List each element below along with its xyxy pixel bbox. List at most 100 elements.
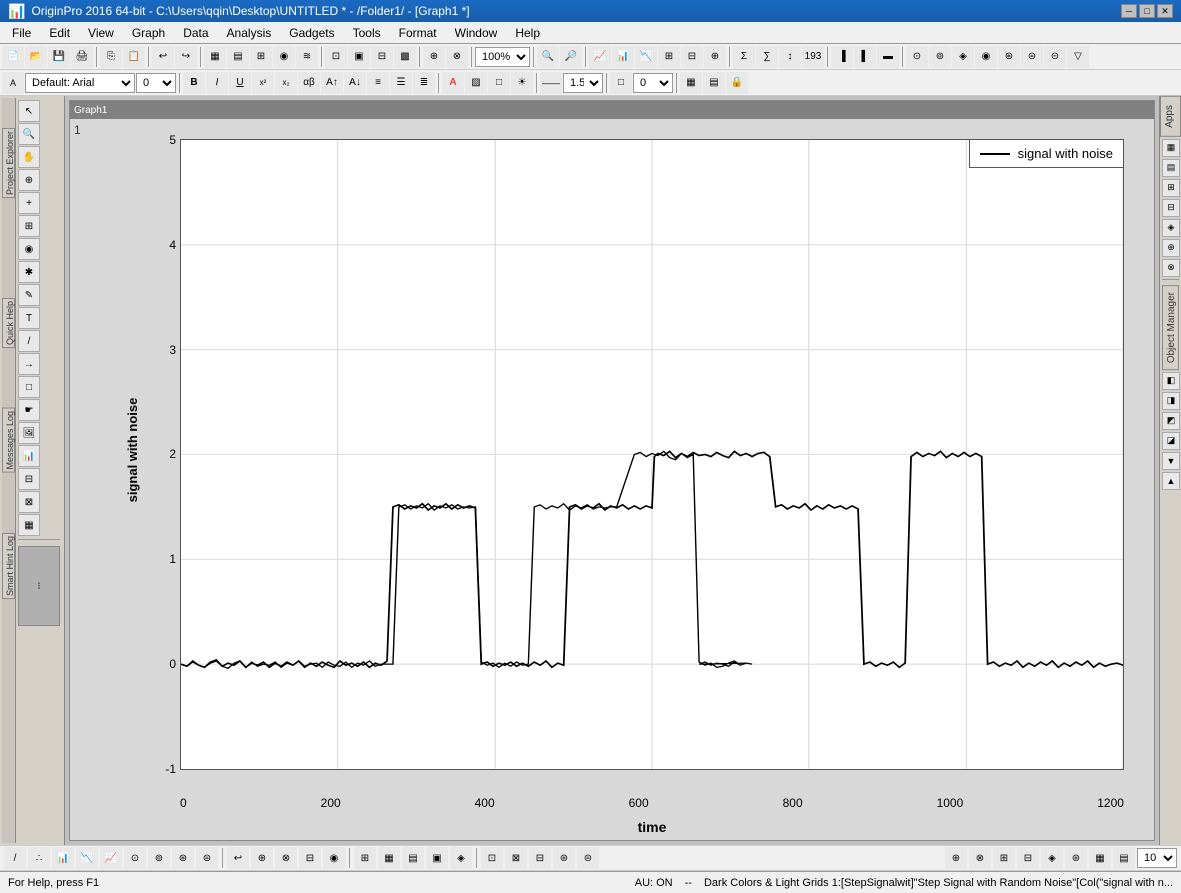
chart5[interactable]: ⊟ xyxy=(681,46,703,68)
bt-btn6[interactable]: ⊙ xyxy=(124,847,146,869)
bar1[interactable]: ▐ xyxy=(831,46,853,68)
tool11[interactable]: ⊗ xyxy=(446,46,468,68)
bt-btn11[interactable]: ⊕ xyxy=(251,847,273,869)
decrease-font[interactable]: A↓ xyxy=(344,72,366,94)
bt-btn23[interactable]: ⊛ xyxy=(553,847,575,869)
tool8[interactable]: ⊟ xyxy=(371,46,393,68)
title-bar-controls[interactable]: ─ □ ✕ xyxy=(1121,4,1173,18)
rt-btn3[interactable]: ⊞ xyxy=(1162,179,1180,197)
extra7[interactable]: ⊝ xyxy=(1044,46,1066,68)
smart-hint-tab[interactable]: Smart Hint Log xyxy=(2,533,15,599)
bt-btn18[interactable]: ▣ xyxy=(426,847,448,869)
rt-btn8[interactable]: ◧ xyxy=(1162,372,1180,390)
font-size-dropdown[interactable]: 0 8 10 12 xyxy=(136,73,176,93)
maximize-button[interactable]: □ xyxy=(1139,4,1155,18)
object-manager-tab[interactable]: Object Manager xyxy=(1162,285,1179,370)
tool5[interactable]: ≋ xyxy=(296,46,318,68)
bt-btn19[interactable]: ◈ xyxy=(450,847,472,869)
new-button[interactable]: 📄 xyxy=(2,46,24,68)
bt-btn17[interactable]: ▤ xyxy=(402,847,424,869)
tool6[interactable]: ⊡ xyxy=(325,46,347,68)
text-tool[interactable]: T xyxy=(18,307,40,329)
bold-button[interactable]: B xyxy=(183,72,205,94)
arrow-tool[interactable]: → xyxy=(18,353,40,375)
fill-box[interactable]: □ xyxy=(610,72,632,94)
tool4[interactable]: ◉ xyxy=(273,46,295,68)
tool7[interactable]: ▣ xyxy=(348,46,370,68)
save-button[interactable]: 💾 xyxy=(48,46,70,68)
lock-btn[interactable]: 🔒 xyxy=(726,72,748,94)
line-width-dropdown[interactable]: 1.5 0.5 1 2 xyxy=(563,73,603,93)
messages-log-tab[interactable]: Messages Log xyxy=(2,408,15,473)
rt-btn9[interactable]: ◨ xyxy=(1162,392,1180,410)
bt-btn14[interactable]: ◉ xyxy=(323,847,345,869)
bt-nav8[interactable]: ▤ xyxy=(1113,847,1135,869)
sun-icon[interactable]: ☀ xyxy=(511,72,533,94)
bt-btn15[interactable]: ⊞ xyxy=(354,847,376,869)
crosshair-tool[interactable]: ⊕ xyxy=(18,169,40,191)
line-tool[interactable]: / xyxy=(18,330,40,352)
tool2[interactable]: ▤ xyxy=(227,46,249,68)
extra-tool2[interactable]: ⊠ xyxy=(18,491,40,513)
undo-button[interactable]: ↩ xyxy=(152,46,174,68)
extra2[interactable]: ⊚ xyxy=(929,46,951,68)
hand-tool[interactable]: ☛ xyxy=(18,399,40,421)
extra4[interactable]: ◉ xyxy=(975,46,997,68)
apps-tab[interactable]: Apps xyxy=(1160,96,1181,137)
scroll-handle[interactable]: ⁝ xyxy=(18,546,60,626)
image-tool[interactable]: 🖼 xyxy=(18,422,40,444)
bt-btn7[interactable]: ⊚ xyxy=(148,847,170,869)
bt-btn12[interactable]: ⊗ xyxy=(275,847,297,869)
extra3[interactable]: ◈ xyxy=(952,46,974,68)
stat1[interactable]: Σ xyxy=(733,46,755,68)
select-tool[interactable]: ↖ xyxy=(18,100,40,122)
close-button[interactable]: ✕ xyxy=(1157,4,1173,18)
rt-btn4[interactable]: ⊟ xyxy=(1162,199,1180,217)
extra6[interactable]: ⊜ xyxy=(1021,46,1043,68)
chart6[interactable]: ⊕ xyxy=(704,46,726,68)
menu-tools[interactable]: Tools xyxy=(345,24,389,42)
bt-nav3[interactable]: ⊞ xyxy=(993,847,1015,869)
tool10[interactable]: ⊕ xyxy=(423,46,445,68)
bt-btn2[interactable]: ∴ xyxy=(28,847,50,869)
annotate[interactable]: ✱ xyxy=(18,261,40,283)
tool9[interactable]: ▩ xyxy=(394,46,416,68)
bt-nav5[interactable]: ◈ xyxy=(1041,847,1063,869)
bt-btn8[interactable]: ⊛ xyxy=(172,847,194,869)
bt-btn21[interactable]: ⊠ xyxy=(505,847,527,869)
bt-nav1[interactable]: ⊕ xyxy=(945,847,967,869)
font-style[interactable]: A xyxy=(2,72,24,94)
move-point[interactable]: ⊞ xyxy=(18,215,40,237)
italic-button[interactable]: I xyxy=(206,72,228,94)
chart4[interactable]: ⊞ xyxy=(658,46,680,68)
bt-btn9[interactable]: ⊜ xyxy=(196,847,218,869)
pick-point[interactable]: ◉ xyxy=(18,238,40,260)
stat2[interactable]: ∑ xyxy=(756,46,778,68)
extra5[interactable]: ⊛ xyxy=(998,46,1020,68)
stat3[interactable]: ↕ xyxy=(779,46,801,68)
bt-btn13[interactable]: ⊟ xyxy=(299,847,321,869)
page-size-dropdown[interactable]: 10 25 50 xyxy=(1137,848,1177,868)
menu-edit[interactable]: Edit xyxy=(41,24,78,42)
special-chars[interactable]: αβ xyxy=(298,72,320,94)
bt-btn3[interactable]: 📊 xyxy=(52,847,74,869)
menu-view[interactable]: View xyxy=(80,24,122,42)
pattern-btn2[interactable]: ▤ xyxy=(703,72,725,94)
extra-tool1[interactable]: ⊟ xyxy=(18,468,40,490)
tool3[interactable]: ⊞ xyxy=(250,46,272,68)
print-button[interactable]: 🖨 xyxy=(71,46,93,68)
chart1[interactable]: 📈 xyxy=(589,46,611,68)
chart2[interactable]: 📊 xyxy=(612,46,634,68)
align-right[interactable]: ≣ xyxy=(413,72,435,94)
bg-color[interactable]: ▨ xyxy=(465,72,487,94)
bt-btn5[interactable]: 📈 xyxy=(100,847,122,869)
chart3[interactable]: 📉 xyxy=(635,46,657,68)
filter-btn[interactable]: ▽ xyxy=(1067,46,1089,68)
extra-tool3[interactable]: ▦ xyxy=(18,514,40,536)
menu-file[interactable]: File xyxy=(4,24,39,42)
font-name-dropdown[interactable]: Default: Arial xyxy=(25,73,135,93)
extra1[interactable]: ⊙ xyxy=(906,46,928,68)
border-color[interactable]: □ xyxy=(488,72,510,94)
rt-btn10[interactable]: ◩ xyxy=(1162,412,1180,430)
menu-graph[interactable]: Graph xyxy=(124,24,173,42)
